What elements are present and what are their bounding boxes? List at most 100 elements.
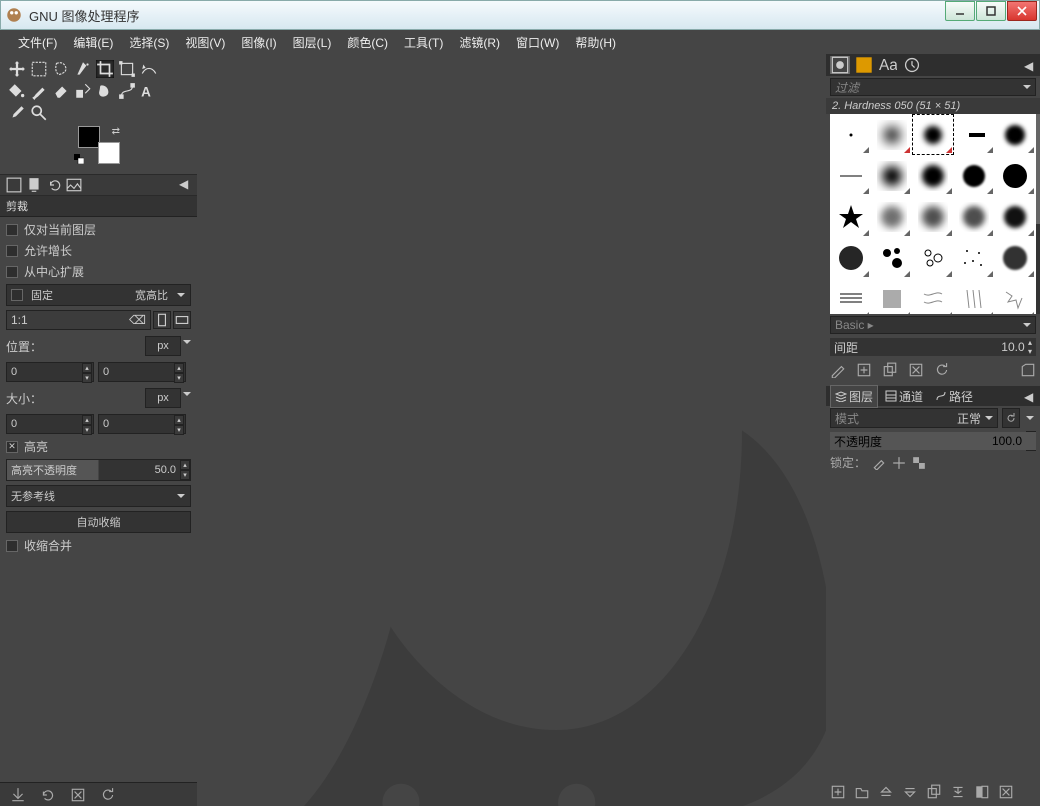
position-y-input[interactable]: ▴▾	[98, 362, 186, 382]
menu-file[interactable]: 文件(F)	[10, 30, 65, 55]
brush-filter-input[interactable]: 过滤	[830, 78, 1036, 96]
current-layer-only-checkbox[interactable]	[6, 224, 18, 236]
size-unit-dropdown[interactable]	[183, 388, 191, 408]
highlight-opacity-value[interactable]: 50.0	[151, 464, 180, 476]
foreground-color[interactable]	[78, 126, 100, 148]
menu-view[interactable]: 视图(V)	[177, 30, 233, 55]
swap-colors-icon[interactable]: ⇄	[112, 126, 120, 137]
fuzzy-select-tool-icon[interactable]	[74, 60, 92, 78]
tool-options-tab-icon[interactable]	[6, 177, 22, 193]
portrait-icon[interactable]	[153, 311, 171, 329]
brushes-tab-icon[interactable]	[830, 56, 850, 74]
mode-reset-icon[interactable]	[1002, 408, 1020, 428]
menu-filters[interactable]: 滤镜(R)	[451, 30, 508, 55]
smudge-tool-icon[interactable]	[96, 82, 114, 100]
brush-scrollbar[interactable]	[1036, 114, 1040, 314]
menu-image[interactable]: 图像(I)	[233, 30, 284, 55]
layers-tab[interactable]: 图层	[830, 385, 878, 408]
brush-grid[interactable]	[830, 114, 1036, 314]
collapse-icon[interactable]: ◀	[1024, 59, 1036, 71]
size-h-input[interactable]: ▴▾	[98, 414, 186, 434]
bucket-fill-tool-icon[interactable]	[8, 82, 26, 100]
reset-preset-icon[interactable]	[100, 787, 116, 803]
size-w-input[interactable]: ▴▾	[6, 414, 94, 434]
paths-tab[interactable]: 路径	[930, 385, 978, 408]
menu-edit[interactable]: 编辑(E)	[65, 30, 121, 55]
landscape-icon[interactable]	[173, 311, 191, 329]
warp-tool-icon[interactable]	[140, 60, 158, 78]
raise-layer-icon[interactable]	[878, 784, 894, 800]
delete-brush-icon[interactable]	[908, 362, 924, 378]
crop-tool-icon[interactable]	[96, 60, 114, 78]
images-tab-icon[interactable]	[66, 177, 82, 193]
duplicate-brush-icon[interactable]	[882, 362, 898, 378]
highlight-checkbox[interactable]	[6, 441, 18, 453]
expand-from-center-checkbox[interactable]	[6, 266, 18, 278]
collapse-icon[interactable]: ◀	[179, 177, 191, 189]
transform-tool-icon[interactable]	[118, 60, 136, 78]
clear-icon[interactable]: ⌫	[129, 313, 146, 327]
color-swatch[interactable]: ⇄	[74, 126, 120, 164]
lower-layer-icon[interactable]	[902, 784, 918, 800]
position-unit[interactable]: px	[145, 336, 181, 356]
mode-dropdown-icon[interactable]	[1024, 408, 1036, 428]
clone-tool-icon[interactable]	[74, 82, 92, 100]
layer-list[interactable]	[830, 475, 1036, 778]
paintbrush-tool-icon[interactable]	[30, 82, 48, 100]
lock-position-icon[interactable]	[892, 456, 906, 470]
patterns-tab-icon[interactable]	[854, 56, 874, 74]
default-colors-icon[interactable]	[74, 154, 84, 164]
duplicate-layer-icon[interactable]	[926, 784, 942, 800]
fixed-mode-dropdown[interactable]	[172, 289, 190, 301]
position-unit-dropdown[interactable]	[183, 336, 191, 356]
delete-preset-icon[interactable]	[70, 787, 86, 803]
size-unit[interactable]: px	[145, 388, 181, 408]
blend-mode-select[interactable]: 模式正常	[830, 408, 998, 428]
mask-layer-icon[interactable]	[974, 784, 990, 800]
refresh-brushes-icon[interactable]	[934, 362, 950, 378]
new-brush-icon[interactable]	[856, 362, 872, 378]
new-layer-icon[interactable]	[830, 784, 846, 800]
minimize-button[interactable]	[945, 1, 975, 21]
menu-layer[interactable]: 图层(L)	[285, 30, 340, 55]
channels-tab[interactable]: 通道	[880, 385, 928, 408]
new-layer-group-icon[interactable]	[854, 784, 870, 800]
document-history-tab-icon[interactable]	[902, 56, 922, 74]
menu-tools[interactable]: 工具(T)	[396, 30, 451, 55]
brush-spacing-slider[interactable]: 间距10.0 ▴▾	[830, 338, 1036, 356]
delete-layer-icon[interactable]	[998, 784, 1014, 800]
merge-layer-icon[interactable]	[950, 784, 966, 800]
allow-growing-checkbox[interactable]	[6, 245, 18, 257]
guides-dropdown[interactable]	[172, 490, 190, 502]
auto-shrink-button[interactable]: 自动收缩	[6, 511, 191, 533]
menu-help[interactable]: 帮助(H)	[567, 30, 624, 55]
brush-preset-select[interactable]: Basic ▸	[830, 316, 1036, 334]
device-status-tab-icon[interactable]	[26, 177, 42, 193]
text-tool-icon[interactable]: A	[140, 82, 158, 100]
shrink-merged-checkbox[interactable]	[6, 540, 18, 552]
restore-preset-icon[interactable]	[40, 787, 56, 803]
menu-windows[interactable]: 窗口(W)	[508, 30, 567, 55]
paths-tool-icon[interactable]	[118, 82, 136, 100]
open-brush-as-image-icon[interactable]	[1020, 362, 1036, 378]
color-picker-tool-icon[interactable]	[8, 104, 26, 122]
lock-pixels-icon[interactable]	[872, 456, 886, 470]
eraser-tool-icon[interactable]	[52, 82, 70, 100]
close-button[interactable]	[1007, 1, 1037, 21]
edit-brush-icon[interactable]	[830, 362, 846, 378]
menu-colors[interactable]: 颜色(C)	[339, 30, 396, 55]
save-preset-icon[interactable]	[10, 787, 26, 803]
free-select-tool-icon[interactable]	[52, 60, 70, 78]
move-tool-icon[interactable]	[8, 60, 26, 78]
maximize-button[interactable]	[976, 1, 1006, 21]
background-color[interactable]	[98, 142, 120, 164]
undo-history-tab-icon[interactable]	[46, 177, 62, 193]
collapse-icon[interactable]: ◀	[1024, 390, 1036, 402]
position-x-input[interactable]: ▴▾	[6, 362, 94, 382]
fixed-checkbox[interactable]	[11, 289, 23, 301]
canvas-area[interactable]	[197, 54, 826, 806]
menu-select[interactable]: 选择(S)	[121, 30, 177, 55]
ratio-input[interactable]: 1:1⌫	[6, 310, 151, 330]
fonts-tab-icon[interactable]: Aa	[878, 56, 898, 74]
layer-opacity-slider[interactable]: 不透明度 100.0 ▴▾	[830, 432, 1036, 450]
